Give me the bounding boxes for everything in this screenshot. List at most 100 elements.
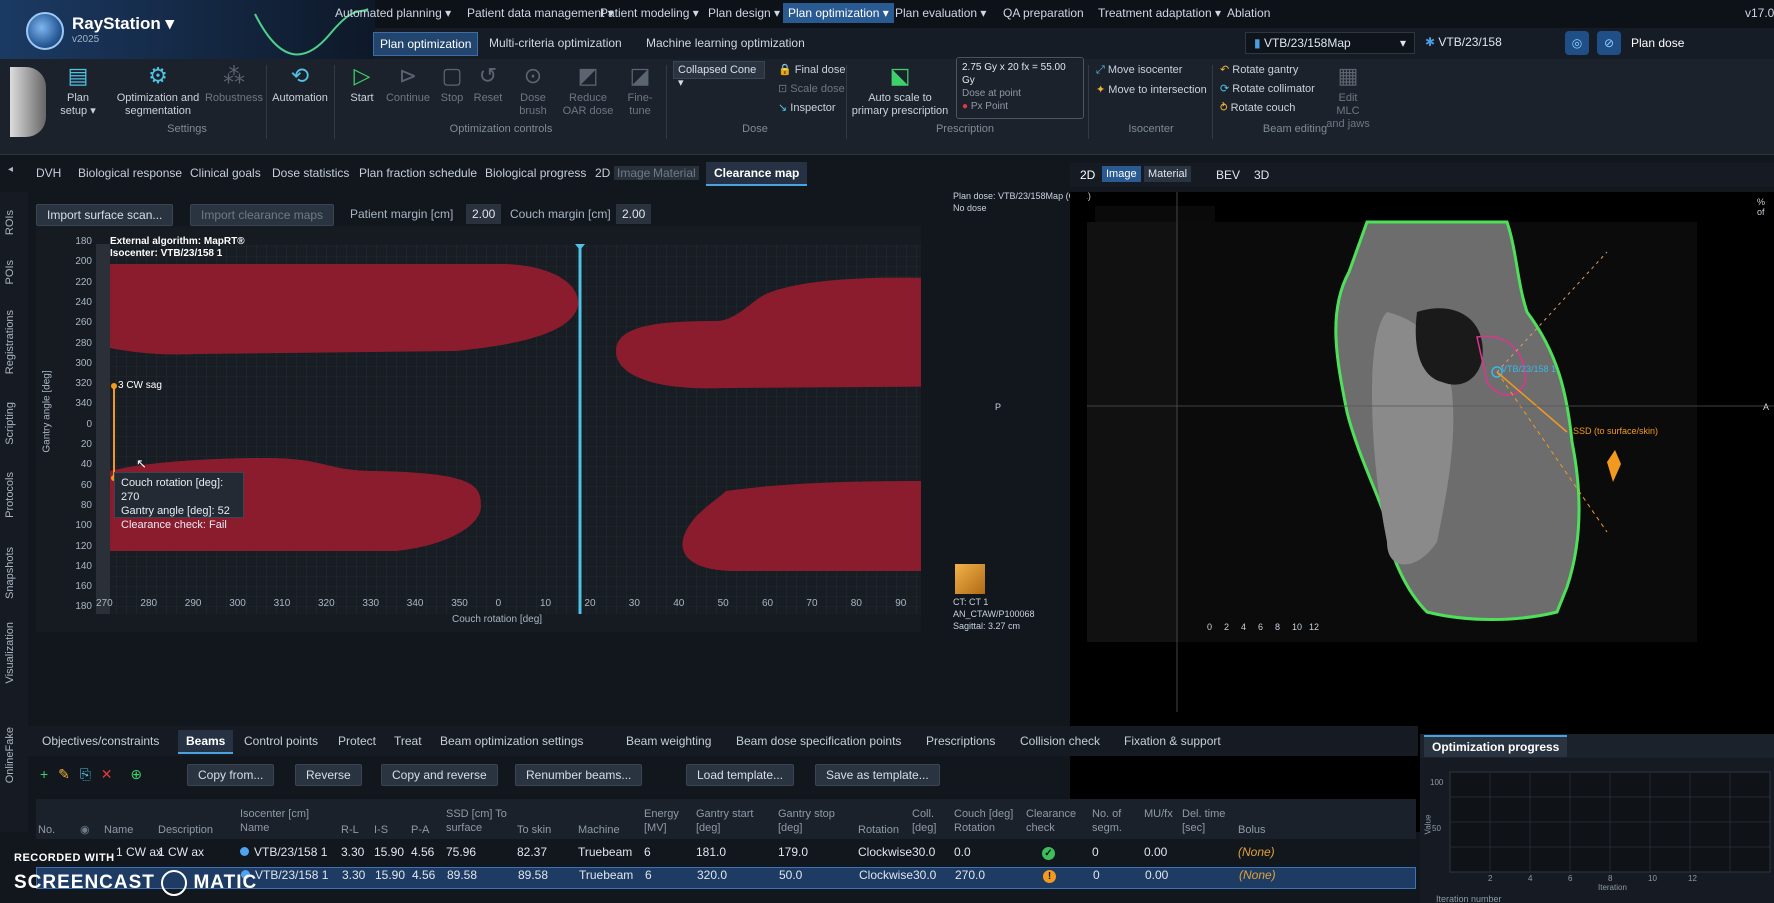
rotate-couch-button[interactable]: ⥁ Rotate couch (1220, 102, 1295, 115)
tab-beam-opt-settings[interactable]: Beam optimization settings (440, 734, 583, 748)
copy-reverse-button[interactable]: Copy and reverse (381, 764, 498, 786)
side-scripting[interactable]: Scripting (4, 402, 16, 445)
couch-margin-input[interactable]: 2.00 (616, 204, 652, 224)
copy-icon[interactable]: ⎘ (80, 766, 91, 782)
fine-tune-button[interactable]: ◪ Fine-tune (620, 64, 660, 118)
tab-clearance-map[interactable]: Clearance map (706, 162, 808, 186)
automation-button[interactable]: ⟲ Automation (270, 64, 330, 105)
reset-button[interactable]: ↺ Reset (470, 64, 506, 105)
add-icon[interactable]: + (40, 766, 48, 782)
dose-display-icon[interactable]: ◎ (1565, 31, 1589, 55)
clearance-map[interactable]: External algorithm: MapRT® Isocenter: VTB… (36, 226, 1036, 632)
tab-3d[interactable]: 3D (1254, 168, 1269, 182)
delete-icon[interactable]: ✕ (101, 766, 113, 782)
tab-plan-optimization[interactable]: Plan optimization ▾ (783, 3, 894, 23)
side-snapshots[interactable]: Snapshots (4, 547, 16, 599)
app-name[interactable]: RayStation ▾ (72, 14, 174, 34)
tab-2d[interactable]: 2D (595, 166, 610, 180)
final-dose-button[interactable]: 🔒 Final dose (778, 64, 846, 77)
tab-material-right[interactable]: Material (1144, 166, 1192, 182)
dose-brush-button[interactable]: ⊙ Dose brush (512, 64, 554, 118)
tab-dose-statistics[interactable]: Dose statistics (272, 166, 349, 180)
import-surface-button[interactable]: Import surface scan... (36, 204, 174, 226)
side-onlinefake[interactable]: OnlineFake (4, 727, 16, 783)
tab-control-points[interactable]: Control points (244, 734, 318, 748)
isocenter-group-label: Isocenter (1128, 123, 1174, 135)
inspector-button[interactable]: ↘ Inspector (778, 102, 836, 115)
progress-title[interactable]: Optimization progress (1424, 735, 1568, 757)
tab-treat[interactable]: Treat (394, 734, 422, 748)
tab-beam-dose-points[interactable]: Beam dose specification points (736, 734, 901, 748)
tab-protect[interactable]: Protect (338, 734, 376, 748)
tab-image-right[interactable]: Image (1102, 166, 1141, 182)
reduce-oar-button[interactable]: ◩ Reduce OAR dose (562, 64, 614, 118)
patient-thumbnail[interactable] (10, 67, 46, 137)
stop-button[interactable]: ▢ Stop (434, 64, 470, 105)
tab-material[interactable]: Material (650, 166, 699, 180)
start-button[interactable]: ▷ Start (342, 64, 382, 105)
subtab-plan-optimization[interactable]: Plan optimization (373, 32, 479, 56)
optimization-segmentation-button[interactable]: ⚙ Optimization and segmentation (112, 64, 204, 118)
tab-image[interactable]: Image (614, 166, 654, 180)
plan-setup-button[interactable]: ▤ Plan setup ▾ (56, 64, 100, 118)
3d-cube-icon[interactable] (955, 564, 985, 594)
add-circle-icon[interactable]: ⊕ (130, 766, 142, 782)
collapse-arrow-icon[interactable]: ◂ (8, 164, 13, 175)
tab-biological-progress[interactable]: Biological progress (485, 166, 586, 180)
renumber-button[interactable]: Renumber beams... (515, 764, 643, 786)
tab-treatment-adaptation[interactable]: Treatment adaptation ▾ (1098, 6, 1221, 20)
tab-bev[interactable]: BEV (1216, 168, 1240, 182)
import-clearance-maps-button[interactable]: Import clearance maps (190, 204, 335, 226)
plan-select[interactable]: ▮ VTB/23/158Map ▾ (1245, 32, 1415, 54)
tab-dvh[interactable]: DVH (36, 166, 61, 180)
move-intersection-button[interactable]: ✦ Move to intersection (1096, 84, 1207, 97)
tab-biological-response[interactable]: Biological response (78, 166, 182, 180)
side-rois[interactable]: ROIs (4, 210, 16, 235)
tab-prescriptions[interactable]: Prescriptions (926, 734, 995, 748)
dose-toggle-icon[interactable]: ⊘ (1597, 31, 1621, 55)
save-template-button[interactable]: Save as template... (815, 764, 940, 786)
continue-button[interactable]: ⊳ Continue (385, 64, 431, 105)
eye-icon[interactable]: ◉ (80, 823, 90, 837)
rotate-collimator-button[interactable]: ⟳ Rotate collimator (1220, 83, 1315, 96)
prescription-box[interactable]: 2.75 Gy x 20 fx = 55.00 Gy Dose at point… (956, 57, 1084, 119)
tab-patient-data[interactable]: Patient data management ▾ (467, 6, 614, 20)
edit-icon[interactable]: ✎ (58, 766, 70, 782)
plan-dose-label[interactable]: Plan dose (1631, 36, 1684, 50)
tab-plan-fraction[interactable]: Plan fraction schedule (359, 166, 477, 180)
tab-beams[interactable]: Beams (178, 730, 234, 754)
tab-ablation[interactable]: Ablation (1227, 6, 1270, 20)
dose-algorithm-select[interactable]: Collapsed Cone ▾ (673, 61, 765, 89)
side-visualization[interactable]: Visualization (4, 622, 16, 684)
tab-2d-right[interactable]: 2D (1080, 168, 1095, 182)
scale-dose-button[interactable]: ⊡ Scale dose (778, 83, 845, 96)
tab-collision-check[interactable]: Collision check (1020, 734, 1100, 748)
patient-margin-input[interactable]: 2.00 (466, 204, 502, 224)
tab-beam-weighting[interactable]: Beam weighting (626, 734, 711, 748)
beam-arc-start[interactable] (111, 383, 117, 389)
side-registrations[interactable]: Registrations (4, 310, 16, 374)
robustness-button[interactable]: ⁂ Robustness (204, 64, 264, 105)
move-isocenter-button[interactable]: ⤢ Move isocenter (1096, 64, 1182, 77)
tab-automated-planning[interactable]: Automated planning ▾ (335, 6, 451, 20)
subtab-ml-optimization[interactable]: Machine learning optimization (646, 36, 805, 50)
load-template-button[interactable]: Load template... (686, 764, 795, 786)
auto-scale-button[interactable]: ⬕ Auto scale to primary prescription (850, 64, 950, 118)
tab-plan-evaluation[interactable]: Plan evaluation ▾ (895, 6, 986, 20)
reverse-button[interactable]: Reverse (295, 764, 362, 786)
table-row[interactable]: 1 CW ax 1 CW ax VTB/23/158 1 3.30 15.90 … (36, 845, 1416, 867)
beamset-select[interactable]: ✱ VTB/23/158 (1425, 35, 1502, 49)
copy-from-button[interactable]: Copy from... (187, 764, 275, 786)
clearance-map-svg[interactable] (36, 226, 1036, 632)
rotate-gantry-button[interactable]: ↶ Rotate gantry (1220, 64, 1298, 77)
edit-mlc-button[interactable]: ▦ Edit MLC and jaws (1326, 64, 1370, 131)
tab-patient-modeling[interactable]: Patient modeling ▾ (600, 6, 699, 20)
side-protocols[interactable]: Protocols (4, 472, 16, 518)
tab-qa-preparation[interactable]: QA preparation (1003, 6, 1084, 20)
tab-fixation-support[interactable]: Fixation & support (1124, 734, 1221, 748)
side-pois[interactable]: POIs (4, 260, 16, 284)
tab-clinical-goals[interactable]: Clinical goals (190, 166, 261, 180)
tab-objectives[interactable]: Objectives/constraints (42, 734, 159, 748)
tab-plan-design[interactable]: Plan design ▾ (708, 6, 780, 20)
subtab-mco[interactable]: Multi-criteria optimization (489, 36, 622, 50)
